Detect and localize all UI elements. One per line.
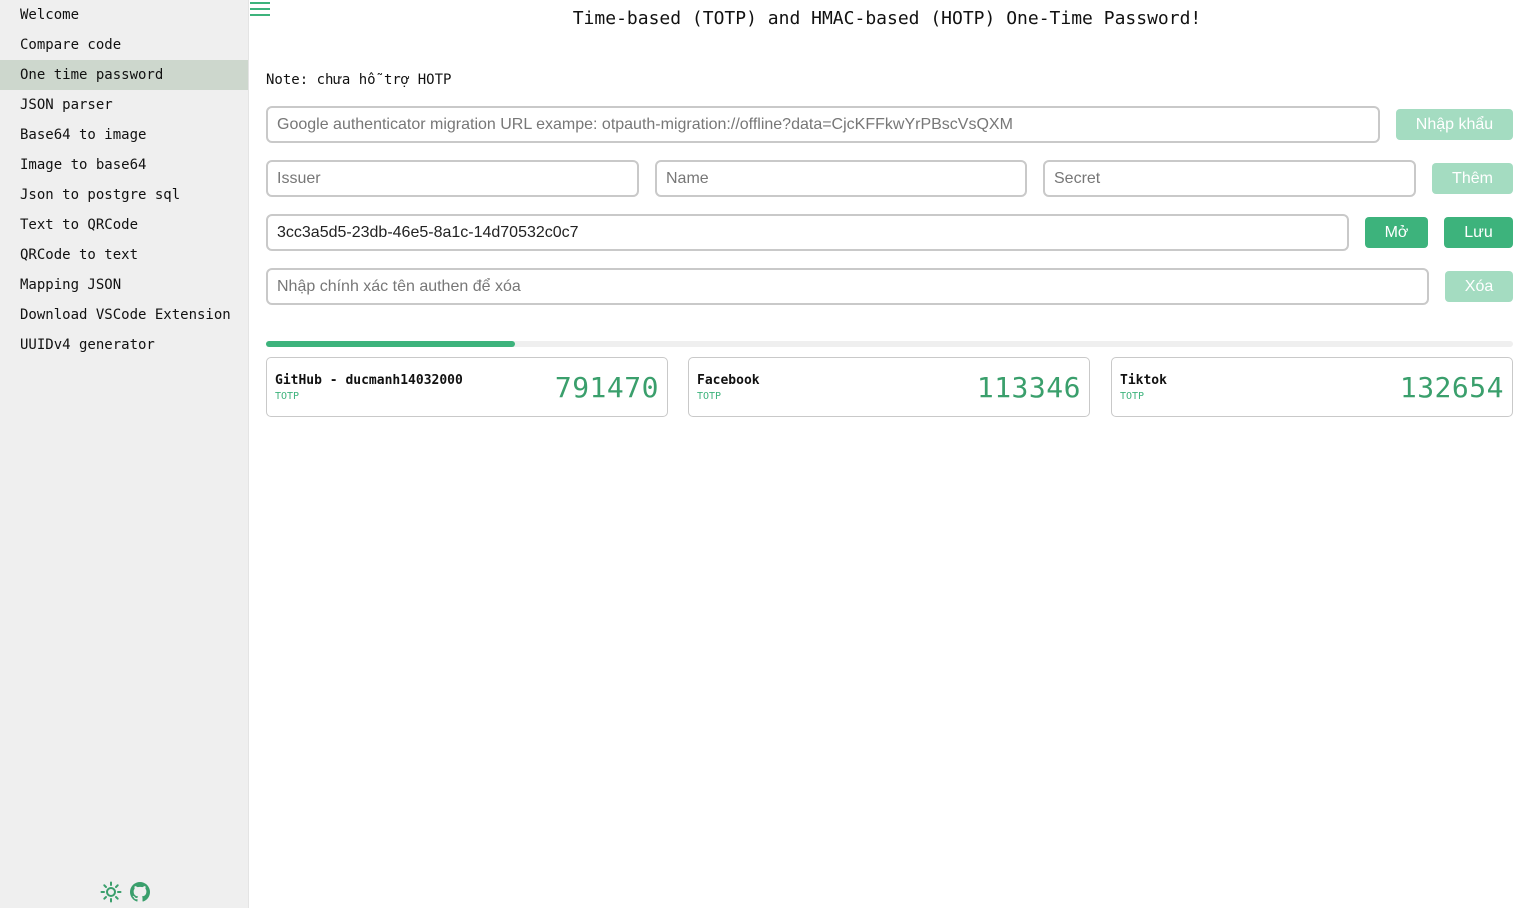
- otp-card-type: TOTP: [275, 391, 300, 402]
- save-button[interactable]: Lưu: [1444, 217, 1513, 248]
- add-button[interactable]: Thêm: [1432, 163, 1513, 194]
- otp-card-name: Facebook: [697, 373, 760, 388]
- otp-card-facebook[interactable]: Facebook TOTP 113346: [688, 357, 1090, 417]
- import-button[interactable]: Nhập khẩu: [1396, 109, 1513, 140]
- sidebar-item-qrcode-to-text[interactable]: QRCode to text: [0, 240, 248, 270]
- sidebar: Welcome Compare code One time password J…: [0, 0, 249, 908]
- sidebar-nav: Welcome Compare code One time password J…: [0, 0, 248, 360]
- otp-card-code[interactable]: 113346: [977, 371, 1081, 404]
- name-input[interactable]: [655, 160, 1027, 197]
- issuer-input[interactable]: [266, 160, 639, 197]
- sidebar-footer: [100, 881, 150, 903]
- otp-timer-progress-fill: [266, 341, 516, 347]
- open-button[interactable]: Mở: [1365, 217, 1428, 248]
- otp-card-name: Tiktok: [1120, 373, 1167, 388]
- github-icon[interactable]: [130, 882, 150, 902]
- page-title: Time-based (TOTP) and HMAC-based (HOTP) …: [572, 8, 1202, 29]
- sidebar-item-text-to-qrcode[interactable]: Text to QRCode: [0, 210, 248, 240]
- sidebar-item-one-time-password[interactable]: One time password: [0, 60, 248, 90]
- note-text: Note: chưa hỗ trợ HOTP: [266, 72, 452, 88]
- sidebar-item-json-parser[interactable]: JSON parser: [0, 90, 248, 120]
- sidebar-item-compare-code[interactable]: Compare code: [0, 30, 248, 60]
- secret-input[interactable]: [1043, 160, 1416, 197]
- otp-card-code[interactable]: 132654: [1400, 371, 1504, 404]
- sidebar-item-mapping-json[interactable]: Mapping JSON: [0, 270, 248, 300]
- sidebar-item-base64-to-image[interactable]: Base64 to image: [0, 120, 248, 150]
- sidebar-item-welcome[interactable]: Welcome: [0, 0, 248, 30]
- otp-card-name: GitHub - ducmanh14032000: [275, 373, 463, 388]
- sidebar-item-download-vscode-extension[interactable]: Download VSCode Extension: [0, 300, 248, 330]
- storage-key-input[interactable]: [266, 214, 1349, 251]
- migration-url-input[interactable]: [266, 106, 1380, 143]
- otp-card-type: TOTP: [1120, 391, 1145, 402]
- otp-card-github[interactable]: GitHub - ducmanh14032000 TOTP 791470: [266, 357, 668, 417]
- sidebar-item-uuidv4-generator[interactable]: UUIDv4 generator: [0, 330, 248, 360]
- sun-icon[interactable]: [100, 881, 122, 903]
- otp-card-code[interactable]: 791470: [555, 371, 659, 404]
- otp-timer-progress: [266, 341, 1513, 347]
- delete-name-input[interactable]: [266, 268, 1429, 305]
- sidebar-item-image-to-base64[interactable]: Image to base64: [0, 150, 248, 180]
- otp-card-type: TOTP: [697, 391, 722, 402]
- otp-card-tiktok[interactable]: Tiktok TOTP 132654: [1111, 357, 1513, 417]
- delete-button[interactable]: Xóa: [1445, 271, 1513, 302]
- sidebar-item-json-to-postgre-sql[interactable]: Json to postgre sql: [0, 180, 248, 210]
